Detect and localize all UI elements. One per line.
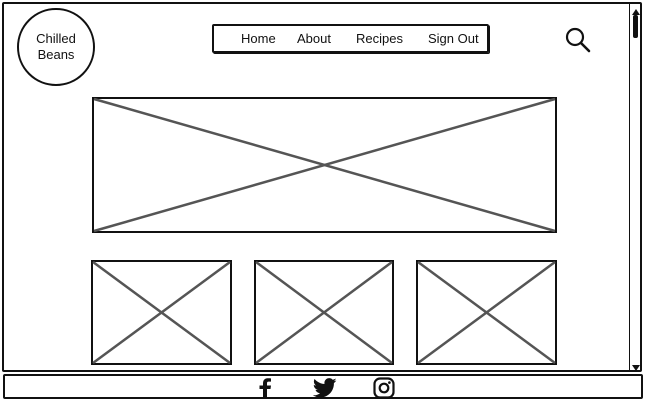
nav-item-sign-out[interactable]: Sign Out — [428, 31, 479, 47]
footer-bar — [3, 374, 643, 399]
thumbnail-placeholder-2 — [254, 260, 394, 365]
vertical-scrollbar[interactable] — [629, 4, 641, 371]
instagram-icon[interactable] — [373, 377, 395, 404]
nav-bar: Home About Recipes Sign Out — [212, 24, 489, 53]
logo-circle[interactable]: Chilled Beans — [17, 8, 95, 86]
search-icon[interactable] — [564, 26, 592, 54]
nav-item-about[interactable]: About — [297, 31, 331, 47]
thumbnail-placeholder-1 — [91, 260, 232, 365]
scroll-thumb[interactable] — [633, 15, 638, 38]
nav-item-home[interactable]: Home — [241, 31, 276, 47]
thumbnail-placeholder-3 — [416, 260, 557, 365]
nav-item-recipes[interactable]: Recipes — [356, 31, 403, 47]
hero-image-placeholder — [92, 97, 557, 233]
logo-text-line1: Chilled — [36, 31, 76, 46]
scroll-down-arrow-icon[interactable] — [631, 360, 641, 371]
facebook-icon[interactable] — [258, 377, 272, 404]
scroll-up-arrow-icon[interactable] — [631, 4, 641, 15]
twitter-icon[interactable] — [312, 378, 338, 403]
logo-text-line2: Beans — [37, 47, 75, 62]
